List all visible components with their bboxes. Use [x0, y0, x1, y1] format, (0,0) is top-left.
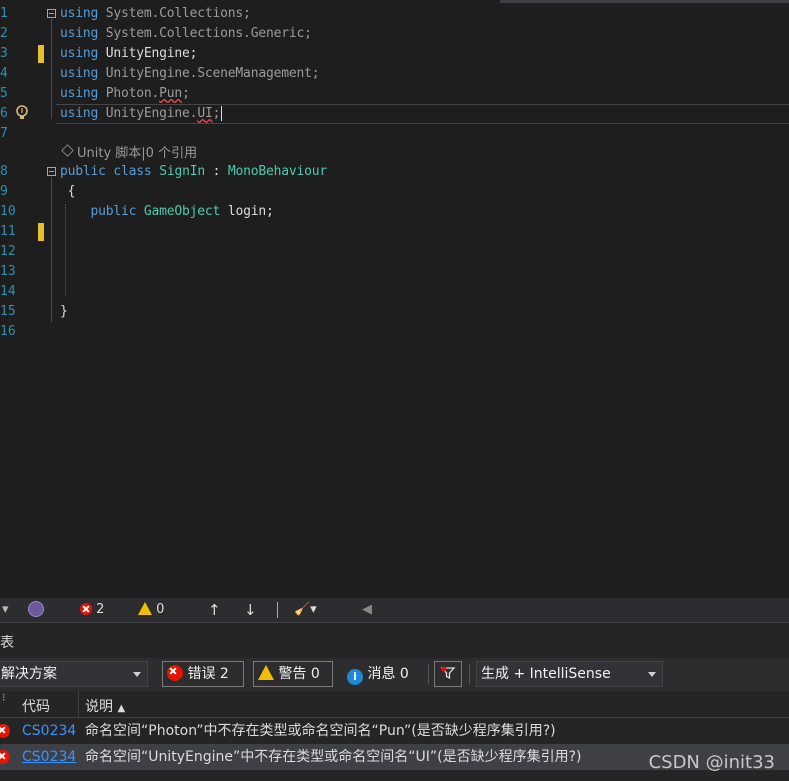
- error-icon: [80, 603, 92, 615]
- error-squiggle: Pun: [159, 86, 183, 101]
- line-number: 1: [0, 6, 8, 21]
- error-list-header: 表: [0, 622, 789, 659]
- scope-dropdown[interactable]: 解决方案: [0, 661, 148, 687]
- next-issue-button[interactable]: ↓: [244, 602, 257, 618]
- editor-top-border: [500, 0, 789, 3]
- code-line: using Photon.Pun;: [60, 86, 190, 101]
- line-number: 12: [0, 244, 16, 259]
- line-number: 7: [0, 126, 8, 141]
- scroll-left-icon[interactable]: ◀: [362, 602, 372, 618]
- change-marker: [38, 45, 44, 63]
- sort-ascending-icon: ▲: [117, 703, 126, 714]
- previous-issue-button[interactable]: ↑: [208, 602, 221, 618]
- code-line: }: [60, 304, 68, 319]
- table-row[interactable]: CS0234 命名空间“Photon”中不存在类型或命名空间名“Pun”(是否缺…: [0, 718, 789, 744]
- divider: [469, 664, 470, 684]
- code-editor[interactable]: 1 2 3 4 5 6 7 8 9 10 11 12 13 14 15 16 u…: [0, 0, 789, 598]
- divider: [277, 602, 278, 618]
- warning-count[interactable]: 0: [138, 602, 164, 618]
- line-number: 6: [0, 106, 8, 121]
- field-declaration: public GameObject login;: [90, 204, 274, 219]
- lightbulb-icon[interactable]: [15, 104, 29, 122]
- line-number: 8: [0, 164, 8, 179]
- line-number: 2: [0, 26, 8, 41]
- line-number: 11: [0, 224, 16, 239]
- grid-header: ⁝ 代码 说明 ▲: [0, 691, 789, 718]
- collapse-usings-toggle[interactable]: [47, 9, 56, 18]
- build-intellisense-dropdown[interactable]: 生成 + IntelliSense: [476, 661, 663, 687]
- editor-status-strip: ▾ 2 0 ↑ ↓ 🧹▾ ◀: [0, 598, 789, 622]
- filter-icon[interactable]: [434, 661, 462, 687]
- line-number: 13: [0, 264, 16, 279]
- fold-guide: [51, 19, 52, 119]
- code-cleanup-icon[interactable]: 🧹▾: [294, 602, 317, 618]
- messages-filter-button[interactable]: i 消息 0: [342, 661, 424, 687]
- column-divider: [78, 691, 79, 717]
- row-marker-icon: ⁝: [2, 691, 6, 704]
- health-indicator-icon[interactable]: [28, 601, 44, 622]
- line-number: 3: [0, 46, 8, 61]
- error-count[interactable]: 2: [80, 602, 104, 618]
- error-description: 命名空间“Photon”中不存在类型或命名空间名“Pun”(是否缺少程序集引用?…: [85, 723, 556, 739]
- warnings-filter-button[interactable]: 警告 0: [253, 661, 333, 687]
- error-code[interactable]: CS0234: [22, 718, 76, 744]
- code-line: using UnityEngine;: [60, 46, 198, 61]
- line-number: 15: [0, 304, 16, 319]
- line-number: 9: [0, 184, 8, 199]
- line-number: 10: [0, 204, 16, 219]
- warning-icon: [258, 665, 274, 680]
- warning-icon: [138, 602, 152, 615]
- line-number: 14: [0, 284, 16, 299]
- error-list-toolbar: 解决方案 错误 2 警告 0 i 消息 0 生成 + IntelliSense: [0, 658, 789, 691]
- codelens-info[interactable]: Unity 脚本|0 个引用: [61, 144, 197, 164]
- error-icon: [0, 724, 10, 738]
- error-code[interactable]: CS0234: [22, 744, 76, 770]
- unity-script-icon: [61, 144, 74, 157]
- text-cursor: [221, 106, 223, 121]
- info-icon: i: [347, 669, 363, 685]
- dropdown-arrow-icon[interactable]: ▾: [2, 602, 9, 618]
- code-line: {: [67, 184, 76, 199]
- error-squiggle: UI: [197, 106, 213, 121]
- class-declaration: public class SignIn : MonoBehaviour: [60, 164, 327, 179]
- panel-title: 表: [0, 635, 14, 651]
- line-number: 5: [0, 86, 8, 101]
- collapse-class-toggle[interactable]: [47, 167, 56, 176]
- error-description: 命名空间“UnityEngine”中不存在类型或命名空间名“UI”(是否缺少程序…: [85, 749, 582, 765]
- error-icon: [0, 750, 10, 764]
- column-header-code[interactable]: 代码: [22, 696, 50, 716]
- indent-guide: [65, 204, 66, 296]
- change-marker: [38, 223, 44, 241]
- fold-guide: [51, 177, 52, 322]
- watermark: CSDN @init33: [648, 752, 775, 773]
- errors-filter-button[interactable]: 错误 2: [162, 661, 244, 687]
- divider: [428, 664, 429, 684]
- code-line: using UnityEngine.UI;: [60, 106, 223, 121]
- code-line: using System.Collections.Generic;: [60, 26, 312, 41]
- line-number: 16: [0, 324, 16, 339]
- code-line: using UnityEngine.SceneManagement;: [60, 66, 320, 81]
- code-line: using System.Collections;: [60, 6, 251, 21]
- line-number: 4: [0, 66, 8, 81]
- error-icon: [167, 665, 183, 681]
- column-header-description[interactable]: 说明 ▲: [85, 696, 125, 716]
